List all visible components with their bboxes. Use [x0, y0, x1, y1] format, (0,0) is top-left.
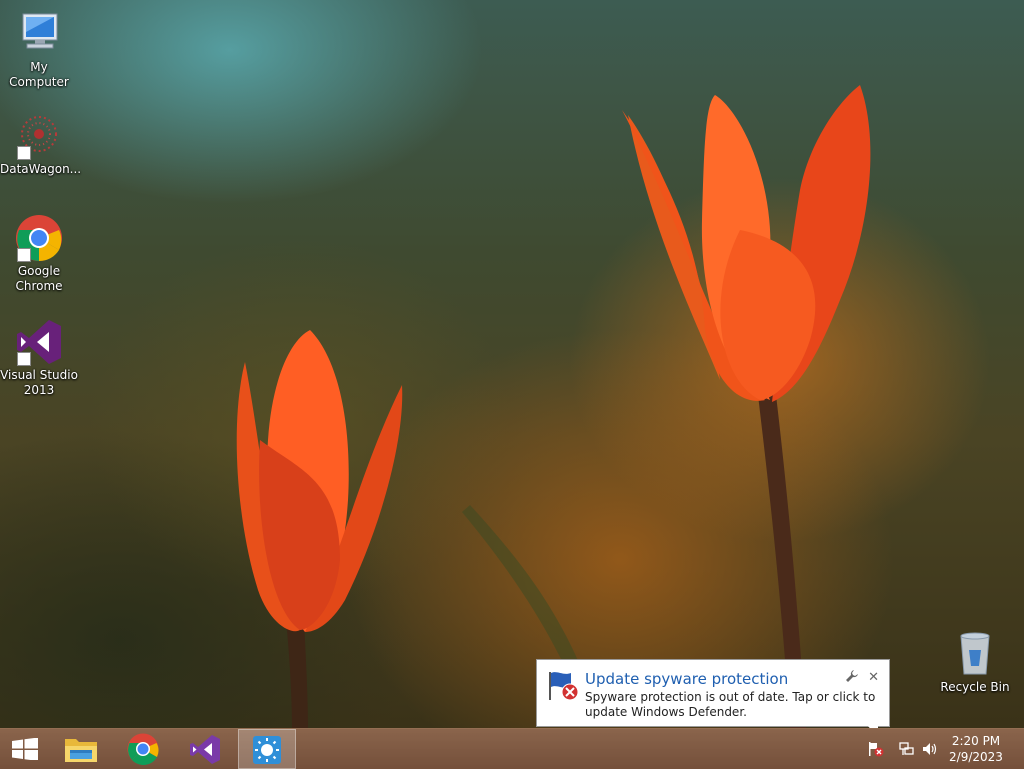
- start-button[interactable]: [0, 729, 50, 769]
- visual-studio-icon: [190, 735, 220, 764]
- desktop-icon-label: DataWagon...: [0, 162, 82, 176]
- wallpaper-tulips: [236, 85, 871, 728]
- datawagon-icon: [15, 112, 63, 160]
- volume-icon[interactable]: [922, 741, 938, 757]
- sun-icon: [253, 736, 281, 764]
- notification-title[interactable]: Update spyware protection: [585, 670, 788, 688]
- desktop[interactable]: My Computer DataWagon... Google Chrome V…: [0, 0, 1024, 728]
- clock[interactable]: 2:20 PM 2/9/2023: [946, 733, 1006, 765]
- desktop-icon-datawagon[interactable]: DataWagon...: [0, 112, 82, 177]
- close-icon[interactable]: ✕: [868, 670, 879, 685]
- desktop-icon-visual-studio[interactable]: Visual Studio 2013: [0, 318, 78, 398]
- taskbar-visual-studio[interactable]: [176, 729, 234, 769]
- desktop-icon-my-computer[interactable]: My Computer: [0, 10, 78, 90]
- wrench-icon[interactable]: [845, 669, 859, 683]
- chrome-icon: [15, 214, 63, 262]
- taskbar-google-chrome[interactable]: [114, 729, 172, 769]
- desktop-icon-google-chrome[interactable]: Google Chrome: [0, 214, 78, 294]
- defender-flag-icon: [549, 672, 579, 701]
- notification-balloon[interactable]: Update spyware protection Spyware protec…: [536, 659, 890, 727]
- computer-icon: [15, 10, 63, 58]
- shortcut-arrow-icon: [17, 146, 31, 160]
- network-icon[interactable]: [898, 741, 914, 757]
- shortcut-arrow-icon: [17, 248, 31, 262]
- clock-date: 2/9/2023: [949, 750, 1003, 764]
- desktop-icon-label: Visual Studio 2013: [0, 368, 78, 397]
- chrome-icon: [127, 733, 159, 765]
- shortcut-arrow-icon: [17, 352, 31, 366]
- folder-icon: [65, 739, 97, 762]
- clock-time: 2:20 PM: [951, 734, 1001, 748]
- desktop-icon-label: My Computer: [9, 60, 69, 89]
- defender-tray-icon[interactable]: [868, 741, 884, 757]
- taskbar-active-app[interactable]: [238, 729, 296, 769]
- taskbar: 2:20 PM 2/9/2023: [0, 728, 1024, 769]
- desktop-icon-label: Recycle Bin: [940, 680, 1010, 694]
- recycle-bin-icon: [951, 630, 999, 678]
- desktop-icon-recycle-bin[interactable]: Recycle Bin: [936, 630, 1014, 695]
- windows-logo-icon: [12, 738, 38, 760]
- desktop-icon-label: Google Chrome: [15, 264, 63, 293]
- visual-studio-icon: [15, 318, 63, 366]
- notification-body[interactable]: Spyware protection is out of date. Tap o…: [585, 690, 885, 720]
- taskbar-file-explorer[interactable]: [52, 729, 110, 769]
